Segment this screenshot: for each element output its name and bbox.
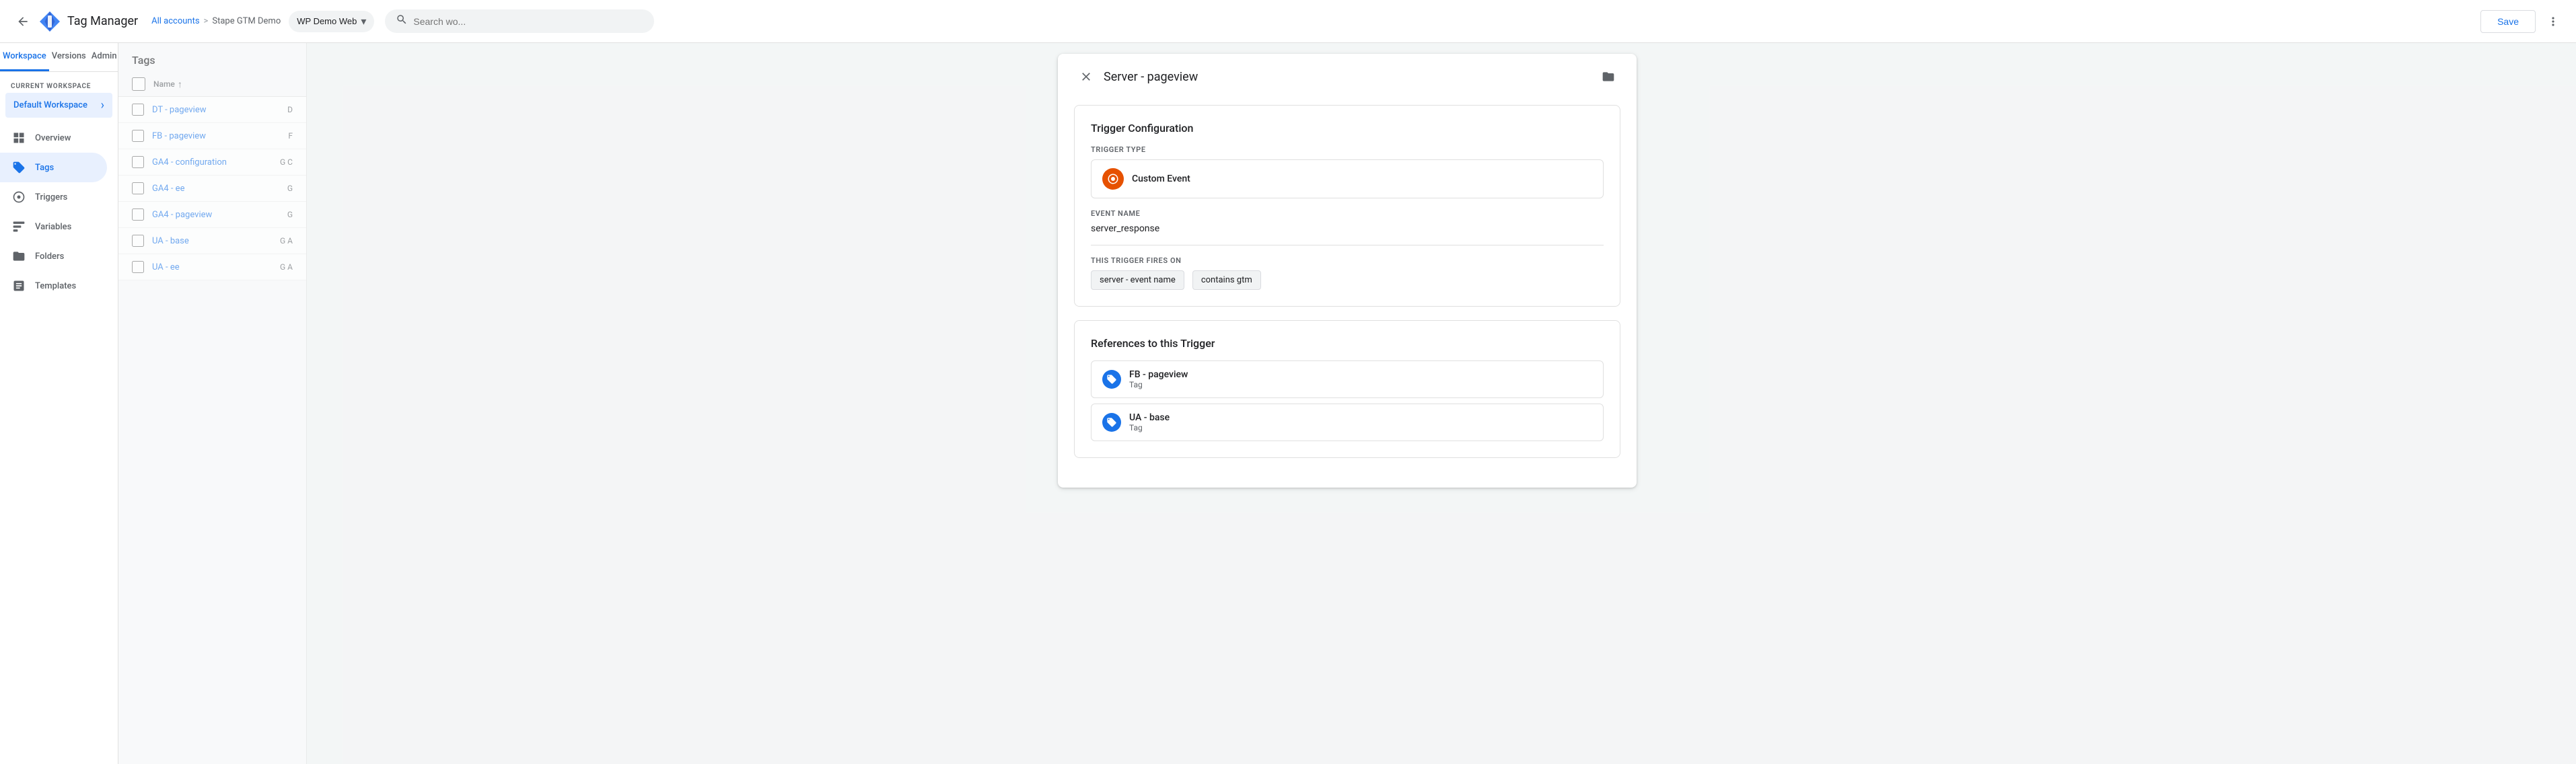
tab-versions[interactable]: Versions	[49, 43, 89, 71]
references-title: References to this Trigger	[1091, 337, 1604, 350]
trigger-type-name: Custom Event	[1132, 174, 1190, 184]
sidebar: Workspace Versions Admin CURRENT WORKSPA…	[0, 43, 118, 764]
ref-tag-icon-0	[1102, 370, 1121, 389]
workspace-selector-label: WP Demo Web	[297, 16, 357, 26]
fires-on-condition1: server - event name	[1091, 270, 1184, 290]
sidebar-item-variables[interactable]: Variables	[0, 212, 107, 241]
sidebar-item-variables-label: Variables	[35, 222, 71, 232]
grid-icon	[11, 130, 27, 146]
fires-on-field: This trigger fires on server - event nam…	[1091, 256, 1604, 290]
panel-close-button[interactable]	[1074, 65, 1098, 89]
gtm-logo	[38, 9, 62, 34]
save-button[interactable]: Save	[2480, 10, 2536, 33]
sidebar-item-triggers[interactable]: Triggers	[0, 182, 107, 212]
folder-icon	[11, 248, 27, 264]
tab-admin[interactable]: Admin	[89, 43, 120, 71]
variable-icon	[11, 219, 27, 235]
breadcrumb: All accounts > Stape GTM Demo	[151, 16, 281, 26]
search-input[interactable]	[413, 16, 643, 27]
trigger-icon	[11, 189, 27, 205]
app-header: Tag Manager All accounts > Stape GTM Dem…	[0, 0, 2576, 43]
sidebar-item-folders-label: Folders	[35, 252, 64, 262]
ref-name-0: FB - pageview	[1129, 369, 1188, 380]
trigger-config-title: Trigger Configuration	[1091, 122, 1604, 135]
app-name: Tag Manager	[67, 14, 138, 28]
ref-type-1: Tag	[1129, 423, 1170, 432]
reference-item[interactable]: FB - pageview Tag	[1091, 360, 1604, 398]
sidebar-item-folders[interactable]: Folders	[0, 241, 107, 271]
workspace-selector[interactable]: WP Demo Web ▾	[289, 11, 374, 32]
ref-info: UA - base Tag	[1129, 412, 1170, 432]
panel-title-row: Server - pageview	[1058, 54, 1637, 89]
event-name-value: server_response	[1091, 223, 1604, 245]
current-workspace-name: Default Workspace	[13, 100, 87, 110]
sidebar-item-overview-label: Overview	[35, 133, 71, 143]
trigger-config-section: Trigger Configuration Trigger Type	[1074, 105, 1620, 307]
reference-item[interactable]: UA - base Tag	[1091, 404, 1604, 441]
panel-body: Trigger Configuration Trigger Type	[1058, 89, 1637, 488]
event-name-label: Event name	[1091, 209, 1604, 218]
tab-workspace[interactable]: Workspace	[0, 43, 49, 71]
references-section: References to this Trigger FB - pageview…	[1074, 320, 1620, 458]
folder-icon-button[interactable]	[1596, 65, 1620, 89]
current-workspace-button[interactable]: Default Workspace ›	[5, 93, 112, 118]
panel-title: Server - pageview	[1104, 70, 1591, 84]
event-name-field: Event name server_response	[1091, 209, 1604, 245]
back-button[interactable]	[11, 9, 35, 34]
search-bar[interactable]	[385, 9, 654, 33]
trigger-type-field: Trigger Type Custom Event	[1091, 145, 1604, 198]
sidebar-nav: Overview Tags Triggers	[0, 123, 118, 764]
current-workspace-label: CURRENT WORKSPACE	[0, 72, 118, 93]
detail-panel: Server - pageview Trigger Configuration …	[1058, 54, 1637, 488]
breadcrumb-sep: >	[204, 16, 209, 26]
ref-tag-icon-1	[1102, 413, 1121, 432]
ref-name-1: UA - base	[1129, 412, 1170, 423]
sidebar-item-tags-label: Tags	[35, 163, 54, 173]
sidebar-item-triggers-label: Triggers	[35, 192, 67, 202]
breadcrumb-all[interactable]: All accounts	[151, 16, 199, 26]
workspace-chevron-icon: ›	[101, 98, 104, 112]
trigger-type-label: Trigger Type	[1091, 145, 1604, 154]
app-layout: Workspace Versions Admin CURRENT WORKSPA…	[0, 43, 2576, 764]
sidebar-item-tags[interactable]: Tags	[0, 153, 107, 182]
more-options-button[interactable]	[2541, 9, 2565, 34]
sidebar-item-overview[interactable]: Overview	[0, 123, 107, 153]
trigger-type-card[interactable]: Custom Event	[1091, 159, 1604, 198]
ref-info: FB - pageview Tag	[1129, 369, 1188, 389]
chevron-down-icon: ▾	[361, 15, 366, 28]
template-icon	[11, 278, 27, 294]
search-icon	[396, 13, 408, 29]
ref-type-0: Tag	[1129, 380, 1188, 389]
sidebar-tabs: Workspace Versions Admin	[0, 43, 118, 72]
fires-on-label: This trigger fires on	[1091, 256, 1604, 265]
header-actions: Save	[2480, 9, 2565, 34]
detail-overlay: Server - pageview Trigger Configuration …	[118, 43, 2576, 764]
breadcrumb-account: Stape GTM Demo	[212, 16, 281, 26]
main-content: Tags Name ↑ DT - pageview D FB - pagevie…	[118, 43, 2576, 764]
sidebar-item-templates-label: Templates	[35, 281, 76, 291]
custom-event-icon	[1102, 168, 1124, 190]
sidebar-item-templates[interactable]: Templates	[0, 271, 107, 301]
fires-on-condition2: contains gtm	[1192, 270, 1261, 290]
fires-on-conditions: server - event name contains gtm	[1091, 270, 1604, 290]
tag-icon	[11, 159, 27, 176]
